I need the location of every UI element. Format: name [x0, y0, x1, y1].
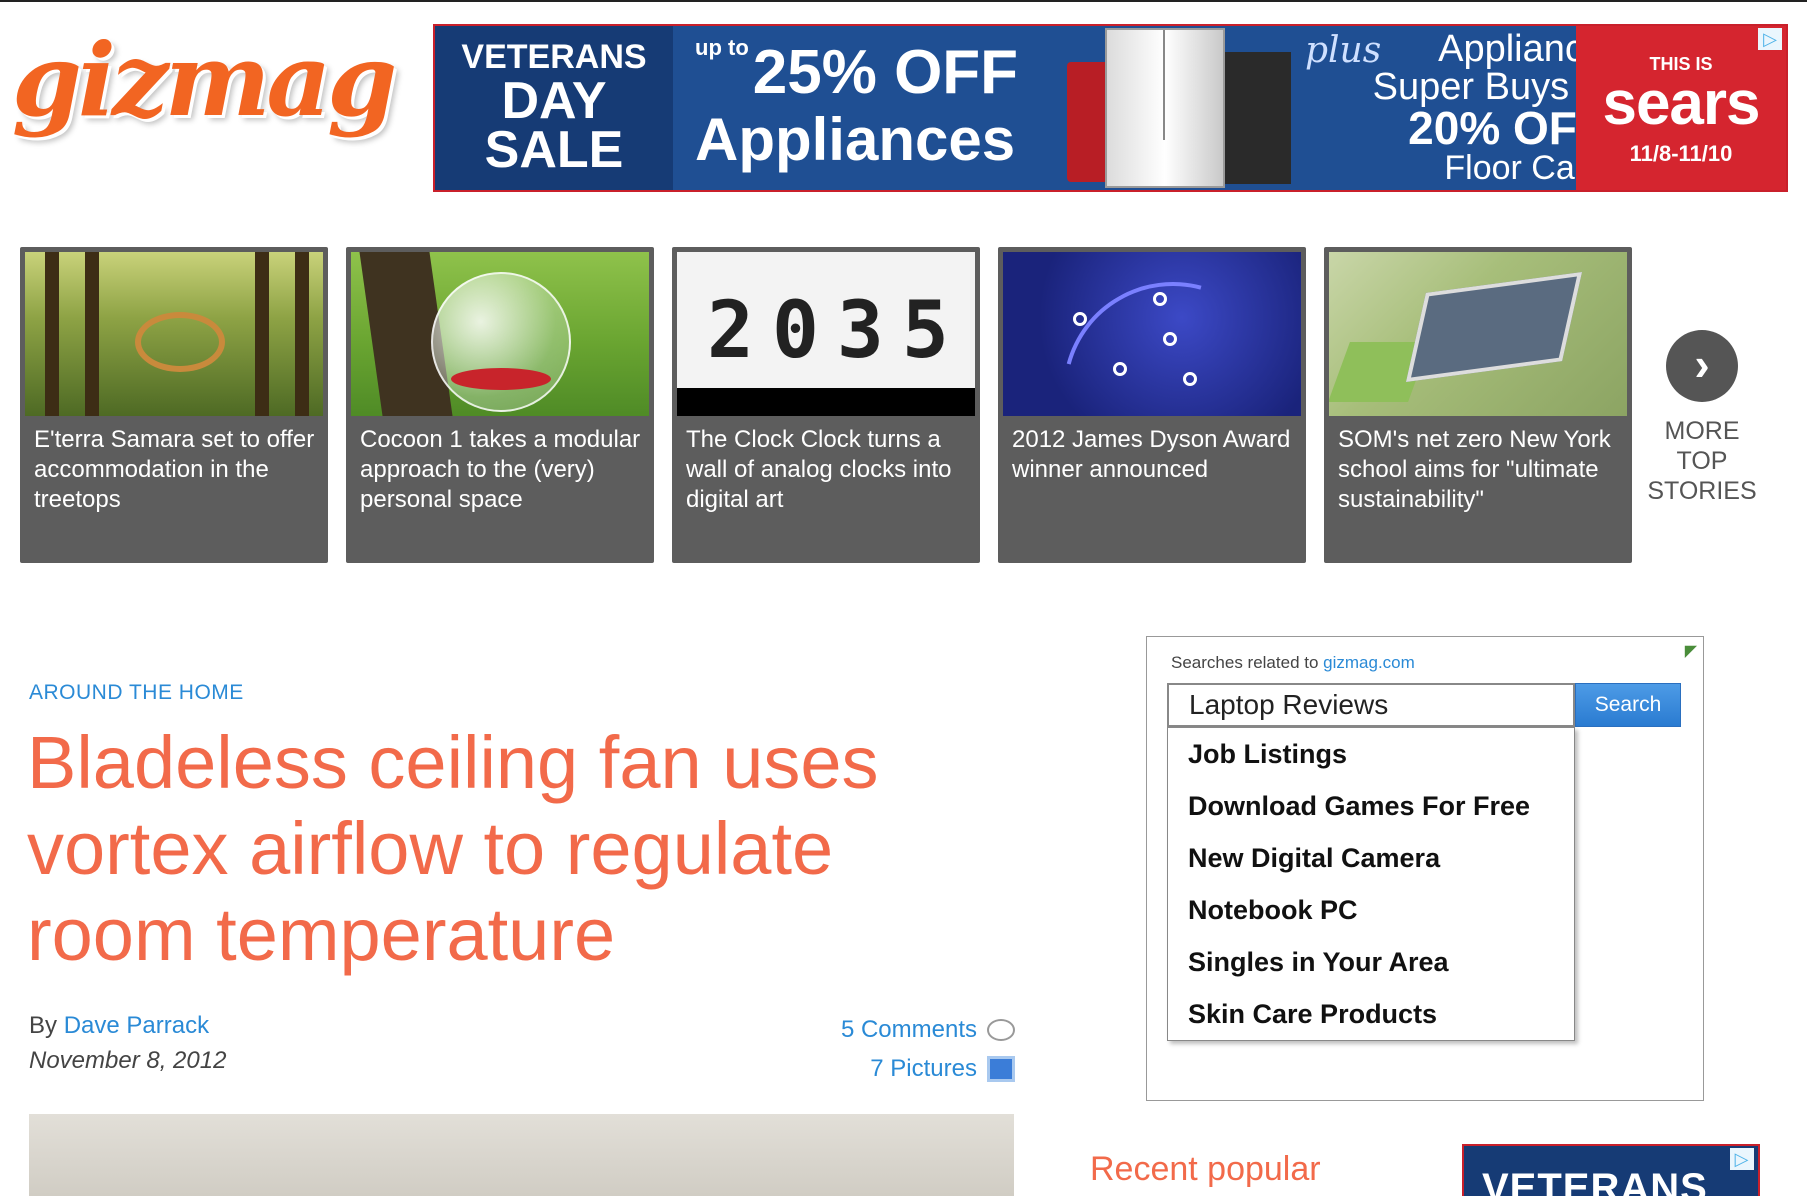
ad-day-text: DAY	[501, 72, 607, 130]
related-prefix: Searches related to	[1171, 653, 1319, 672]
story-caption[interactable]: E'terra Samara set to offer accommodatio…	[34, 425, 318, 515]
ad-superbuys-text: Super Buys &	[1372, 66, 1605, 108]
picture-icon[interactable]	[987, 1055, 1015, 1082]
sears-logo: sears	[1602, 69, 1760, 138]
article-date: November 8, 2012	[29, 1047, 227, 1074]
story-thumbnail[interactable]	[351, 252, 649, 416]
story-caption[interactable]: SOM's net zero New York school aims for …	[1338, 425, 1622, 515]
story-card[interactable]: SOM's net zero New York school aims for …	[1324, 247, 1632, 563]
byline: By Dave Parrack	[29, 1012, 209, 1040]
story-thumbnail[interactable]	[25, 252, 323, 416]
sears-ad-banner[interactable]: VETERANS DAY SALE up to25% OFF Appliance…	[433, 24, 1788, 192]
byline-prefix: By	[29, 1012, 58, 1039]
adchoices-icon[interactable]: ▷	[1758, 28, 1782, 50]
pictures-link[interactable]: 7 Pictures	[870, 1049, 977, 1088]
chevron-right-icon[interactable]: ›	[1666, 330, 1738, 402]
story-caption[interactable]: The Clock Clock turns a wall of analog c…	[686, 425, 970, 515]
suggestion-item[interactable]: Skin Care Products	[1168, 988, 1574, 1040]
story-thumbnail[interactable]	[1003, 252, 1301, 416]
recent-popular-heading: Recent popular	[1090, 1150, 1321, 1188]
adchoices-icon[interactable]: ▷	[1730, 1148, 1754, 1170]
ad-20off-text: 20% OFF	[1408, 102, 1605, 154]
ad-secondary-offer: plus Appliance Super Buys & 20% OFF Floo…	[1285, 30, 1605, 186]
ad-up-to: up to	[695, 35, 749, 60]
ad-veterans-panel: VETERANS DAY SALE	[435, 26, 673, 190]
story-caption[interactable]: 2012 James Dyson Award winner announced	[1012, 425, 1296, 485]
suggestion-item[interactable]: New Digital Camera	[1168, 832, 1574, 884]
ad-sale-text: SALE	[484, 121, 624, 179]
story-card[interactable]: E'terra Samara set to offer accommodatio…	[20, 247, 328, 563]
story-thumbnail[interactable]: 2035	[677, 252, 975, 416]
suggestion-item[interactable]: Notebook PC	[1168, 884, 1574, 936]
related-searches-label: Searches related to gizmag.com	[1171, 653, 1415, 673]
top-label[interactable]: TOP	[1640, 446, 1764, 476]
gizmag-logo[interactable]: gizmag	[12, 30, 397, 130]
more-label[interactable]: MORE	[1640, 416, 1764, 446]
story-caption[interactable]: Cocoon 1 takes a modular approach to the…	[360, 425, 644, 515]
story-card[interactable]: 2035 The Clock Clock turns a wall of ana…	[672, 247, 980, 563]
search-button[interactable]: Search	[1575, 683, 1681, 727]
article-meta: 5 Comments 7 Pictures	[841, 1010, 1015, 1088]
article-hero-image[interactable]	[29, 1114, 1014, 1196]
ad-fridge-image	[1105, 28, 1225, 188]
search-suggestions-dropdown: Job Listings Download Games For Free New…	[1167, 727, 1575, 1041]
ad-corner-icon[interactable]: ◤	[1685, 641, 1697, 661]
sidebar-ad-text: VETERANS	[1482, 1166, 1708, 1196]
article-category-link[interactable]: AROUND THE HOME	[29, 681, 244, 705]
top-border	[0, 0, 1807, 2]
comments-link[interactable]: 5 Comments	[841, 1010, 977, 1049]
ad-plus: plus	[1305, 30, 1382, 71]
story-card[interactable]: 2012 James Dyson Award winner announced	[998, 247, 1306, 563]
ad-appliances: Appliances	[695, 106, 1016, 173]
suggestion-item[interactable]: Singles in Your Area	[1168, 936, 1574, 988]
sidebar-ad[interactable]: VETERANS ▷	[1462, 1144, 1760, 1196]
ad-floorcare-text: Floor Care	[1444, 149, 1605, 187]
story-thumbnail[interactable]	[1329, 252, 1627, 416]
search-input[interactable]	[1167, 683, 1575, 727]
author-link[interactable]: Dave Parrack	[64, 1012, 209, 1039]
related-searches-widget: Searches related to gizmag.com ◤ Search …	[1146, 636, 1704, 1101]
stories-label[interactable]: STORIES	[1640, 476, 1764, 506]
ad-dates: 11/8-11/10	[1629, 141, 1733, 166]
ad-dishwasher-image	[1225, 52, 1291, 184]
clock-digits: 2035	[707, 286, 967, 376]
more-top-stories-button[interactable]: › MORE TOP STORIES	[1640, 330, 1764, 506]
comment-bubble-icon[interactable]	[987, 1018, 1015, 1041]
related-site-link[interactable]: gizmag.com	[1323, 653, 1415, 672]
suggestion-item[interactable]: Job Listings	[1168, 728, 1574, 780]
ad-percent: 25% OFF	[752, 38, 1019, 107]
ad-sears-panel: THIS IS sears 11/8-11/10	[1576, 26, 1786, 190]
article-title: Bladeless ceiling fan uses vortex airflo…	[27, 721, 879, 976]
ad-offer: up to25% OFF Appliances	[695, 35, 1019, 173]
story-card[interactable]: Cocoon 1 takes a modular approach to the…	[346, 247, 654, 563]
suggestion-item[interactable]: Download Games For Free	[1168, 780, 1574, 832]
